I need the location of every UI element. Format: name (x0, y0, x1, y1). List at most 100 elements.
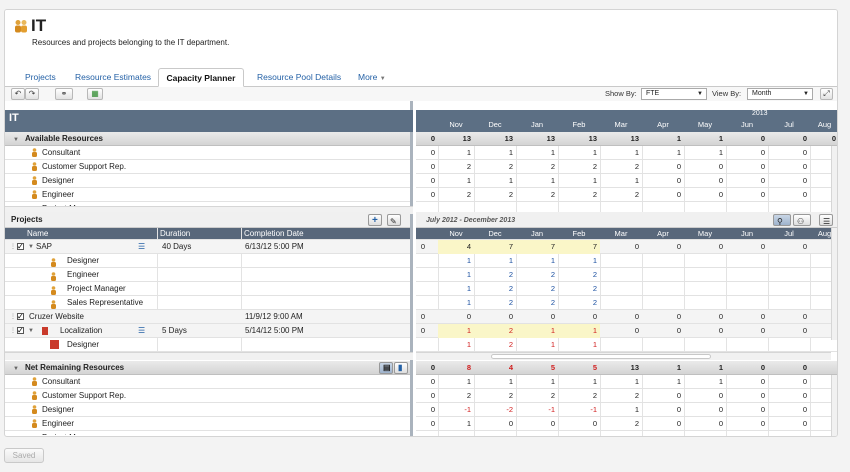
collapse-icon[interactable]: ▼ (13, 133, 19, 147)
project-values-row: 0121100000 (416, 324, 837, 338)
grid-value-cell: 0 (831, 134, 836, 143)
tab-resource-estimates[interactable]: Resource Estimates (69, 68, 157, 87)
project-name: SAP (36, 242, 53, 251)
resource-row[interactable]: Engineer (5, 417, 410, 431)
month-label: Nov (449, 120, 463, 129)
project-checkbox[interactable] (17, 310, 24, 324)
grid-value-cell: 0 (802, 405, 807, 414)
grid-value-cell: 0 (760, 419, 765, 428)
resource-row[interactable]: Consultant (5, 375, 410, 389)
grid-value-cell: 0 (634, 326, 639, 335)
project-row[interactable]: Designer (5, 338, 410, 352)
grid-value-cell (726, 282, 768, 296)
drag-handle-icon[interactable]: ⋮ (10, 240, 16, 254)
grid-value-cell: 0 (802, 326, 807, 335)
timeline-view-button[interactable]: ⚲ (773, 214, 791, 226)
project-row[interactable]: Project Manager (5, 282, 410, 296)
notes-icon[interactable]: ☰ (138, 240, 145, 254)
grid-value-cell (642, 296, 684, 310)
grid-value-cell: 1 (550, 340, 555, 349)
undo-button[interactable]: ↶ (11, 88, 25, 100)
grid-value-cell: 0 (760, 405, 765, 414)
project-row[interactable]: ⋮ Cruzer Website 11/9/12 9:00 AM (5, 310, 410, 324)
designer-role-icon (50, 340, 59, 349)
expand-icon[interactable]: ▼ (28, 324, 34, 338)
bar-chart-icon: ▮ (398, 363, 403, 372)
table-view-button[interactable]: ▤ (379, 362, 393, 374)
resource-row[interactable]: Engineer (5, 188, 410, 202)
tab-capacity-planner[interactable]: Capacity Planner (158, 68, 244, 87)
fullscreen-button[interactable]: ⤢ (820, 88, 833, 100)
grid-value-cell: 0 (430, 405, 435, 414)
resource-row[interactable]: Designer (5, 174, 410, 188)
grid-value-cell: 4 (438, 240, 474, 254)
collapse-icon[interactable]: ▼ (13, 362, 19, 376)
vertical-scrollbar[interactable] (831, 228, 837, 340)
redo-button[interactable]: ↷ (25, 88, 39, 100)
grid-value-cell: 0 (550, 419, 555, 428)
project-row[interactable]: ⋮ ▼SAP ☰ 40 Days 6/13/12 5:00 PM (5, 240, 410, 254)
project-lead-value (416, 296, 428, 310)
drag-handle-icon[interactable]: ⋮ (10, 310, 16, 324)
person-icon (32, 377, 37, 387)
grid-value-cell: 1 (508, 256, 513, 265)
saved-button[interactable]: Saved (4, 448, 44, 463)
resource-name: Designer (42, 405, 75, 414)
tab-projects[interactable]: Projects (19, 68, 62, 87)
project-row[interactable]: ⋮ ▼ Localization ☰ 5 Days 5/14/12 5:00 PM (5, 324, 410, 338)
notes-icon[interactable]: ☰ (138, 324, 145, 338)
drag-handle-icon[interactable]: ⋮ (10, 324, 16, 338)
grid-value-cell (726, 296, 768, 310)
resource-values-row: 0 -1 -2 -1 -1 1 0 0 0 0 (416, 403, 837, 417)
grid-value-cell: 1 (550, 377, 555, 386)
project-checkbox[interactable] (17, 324, 24, 338)
show-by-value: FTE (646, 90, 660, 97)
resource-values-row: 0 1 1 1 1 1 1 1 0 0 (416, 146, 837, 160)
tab-resource-pool-details[interactable]: Resource Pool Details (251, 68, 347, 87)
project-checkbox[interactable] (17, 240, 24, 254)
grid-value-cell: 1 (466, 377, 471, 386)
horizontal-scrollbar[interactable] (5, 352, 413, 360)
page-header: IT Resources and projects belonging to t… (5, 10, 837, 63)
redo-icon: ↷ (28, 89, 36, 98)
people-icon (15, 20, 27, 33)
grid-value-cell: 0 (802, 134, 807, 143)
view-by-select[interactable]: Month ▼ (747, 88, 813, 100)
export-button[interactable]: ▦ (87, 88, 103, 100)
grid-value-cell: 0 (718, 405, 723, 414)
grid-value-cell: 0 (802, 419, 807, 428)
resource-row[interactable]: Customer Support Rep. (5, 389, 410, 403)
vertical-scrollbar[interactable] (831, 375, 837, 436)
person-icon (32, 419, 37, 429)
tab-more[interactable]: More ▼ (352, 68, 392, 87)
resource-row[interactable]: Designer (5, 403, 410, 417)
project-values-row: 1 2 2 2 (416, 268, 837, 282)
horizontal-scrollbar[interactable] (416, 352, 831, 360)
project-row[interactable]: Designer (5, 254, 410, 268)
show-by-select[interactable]: FTE ▼ (641, 88, 707, 100)
net-remaining-header[interactable]: ▼ Net Remaining Resources ▤ ▮ (5, 361, 410, 375)
add-project-button[interactable]: + (368, 214, 382, 226)
resource-row[interactable]: Customer Support Rep. (5, 160, 410, 174)
resource-row[interactable]: Consultant (5, 146, 410, 160)
edit-project-button[interactable]: ✎ (387, 214, 401, 226)
available-resources-header[interactable]: ▼ Available Resources (5, 132, 410, 146)
vertical-scrollbar[interactable] (831, 146, 837, 212)
expand-icon[interactable]: ▼ (28, 240, 34, 254)
project-row[interactable]: Engineer (5, 268, 410, 282)
grid-value-cell: 1 (466, 419, 471, 428)
link-button[interactable]: ⚭ (55, 88, 73, 100)
resource-view-button[interactable]: ⚇ (793, 214, 811, 226)
project-row[interactable]: Sales Representative (5, 296, 410, 310)
grid-value-cell: 0 (760, 312, 765, 321)
grid-value-cell: 1 (592, 148, 597, 157)
grid-value-cell: 2 (550, 162, 555, 171)
project-name: Localization (60, 326, 103, 335)
grid-value-cell: 4 (508, 363, 513, 372)
list-view-button[interactable]: ☰ (819, 214, 833, 226)
grid-value-cell: 2 (592, 270, 597, 279)
grid-value-cell: 0 (466, 312, 471, 321)
scroll-thumb[interactable] (491, 354, 711, 359)
chart-view-button[interactable]: ▮ (394, 362, 408, 374)
month-label: Jul (784, 229, 794, 238)
